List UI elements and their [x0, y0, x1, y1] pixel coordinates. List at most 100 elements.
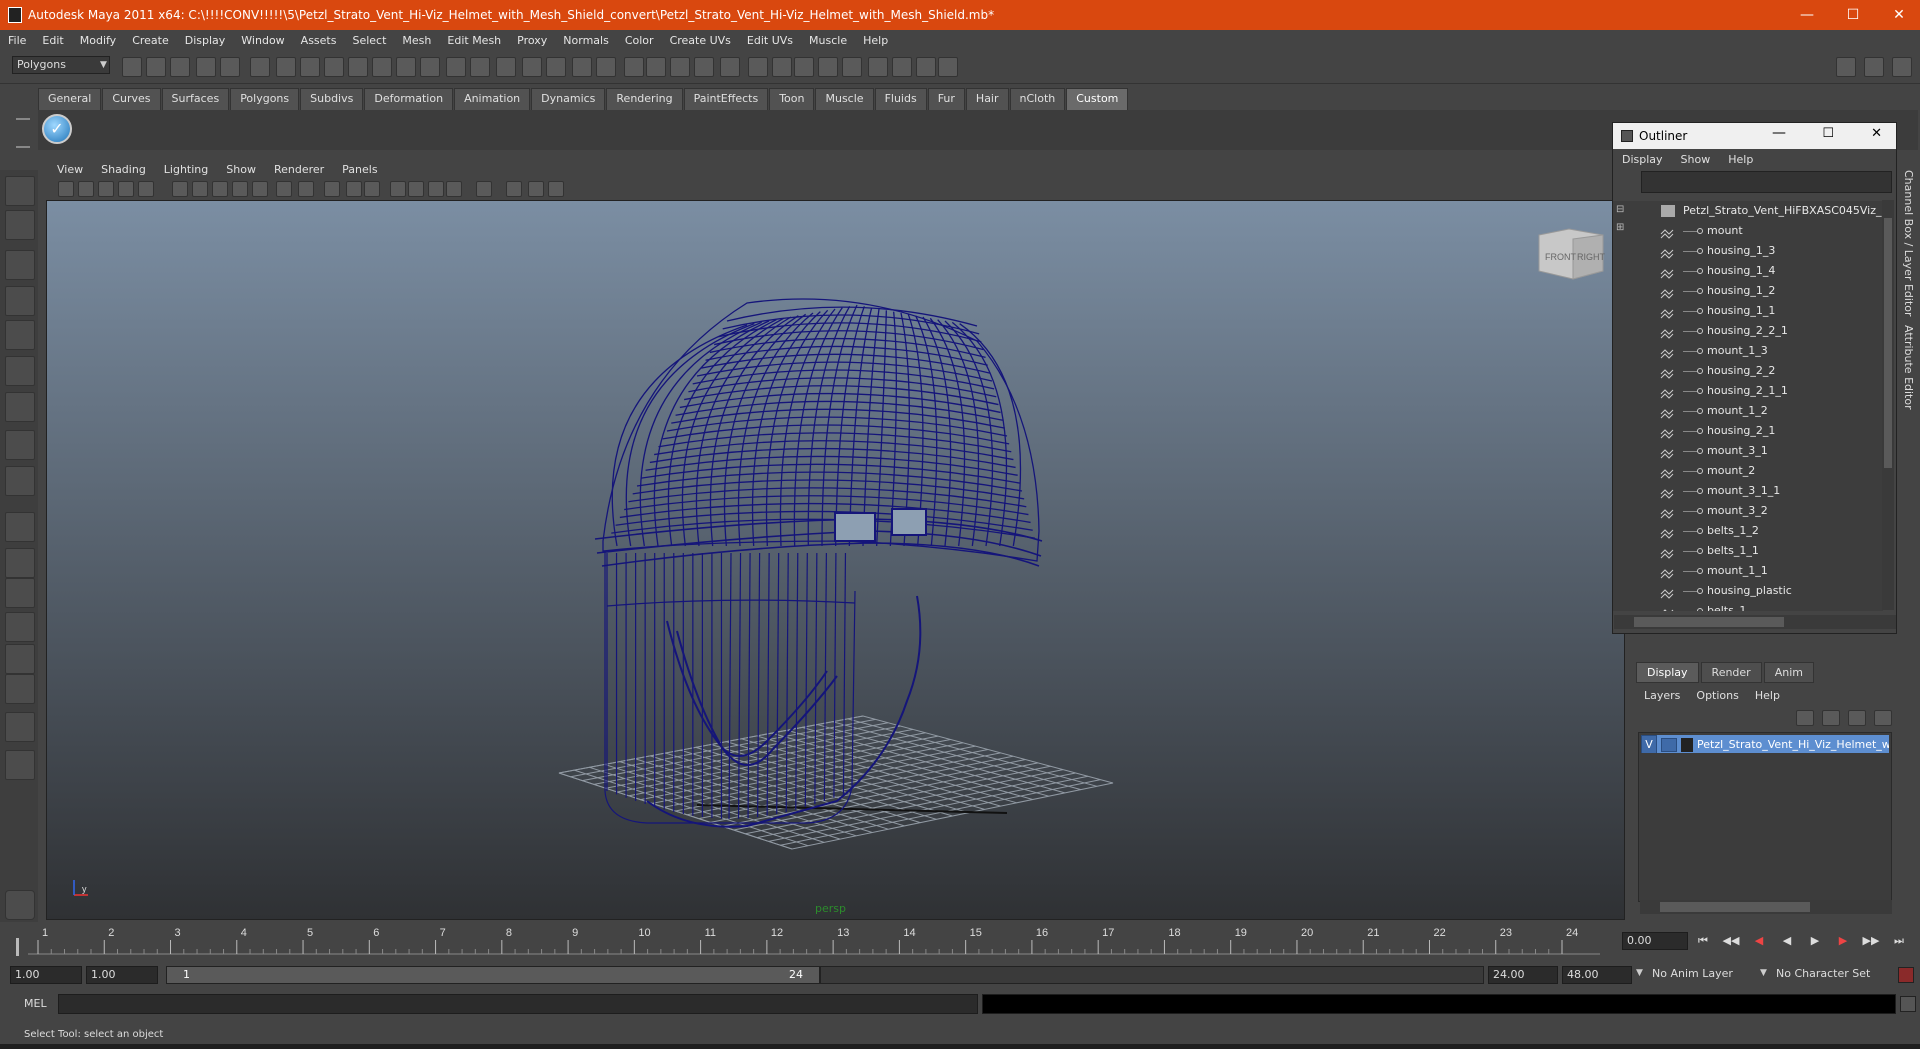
range-slider[interactable]: 1 24	[166, 966, 820, 984]
viewport-menu-renderer[interactable]: Renderer	[265, 163, 333, 176]
layer-stack-icon[interactable]	[1822, 710, 1840, 726]
outliner-item[interactable]: mount_2	[1613, 461, 1883, 481]
menu-create-uvs[interactable]: Create UVs	[662, 34, 739, 47]
shelf-tab-rendering[interactable]: Rendering	[606, 88, 683, 110]
status-tool-icon[interactable]	[546, 57, 566, 77]
menu-color[interactable]: Color	[617, 34, 662, 47]
shelf-tab-painteffects[interactable]: PaintEffects	[683, 88, 769, 110]
layer-tab-display[interactable]: Display	[1636, 662, 1699, 683]
viewport-menu-shading[interactable]: Shading	[92, 163, 155, 176]
go-to-end-icon[interactable]: ⏭	[1890, 932, 1908, 950]
menu-mesh[interactable]: Mesh	[394, 34, 439, 47]
layer-color-swatch[interactable]	[1681, 738, 1693, 752]
chevron-down-icon[interactable]: ▼	[100, 60, 107, 70]
script-editor-icon[interactable]	[1900, 996, 1916, 1012]
animation-start-field[interactable]: 1.00	[10, 966, 82, 984]
shelf-tab-general[interactable]: General	[38, 88, 102, 110]
close-icon[interactable]: ✕	[1876, 0, 1920, 30]
status-tool-icon[interactable]	[470, 57, 490, 77]
menu-edit[interactable]: Edit	[34, 34, 71, 47]
current-time-marker[interactable]	[16, 938, 19, 956]
status-tool-icon[interactable]	[122, 57, 142, 77]
outliner-item[interactable]: housing_1_3	[1613, 241, 1883, 261]
outliner-item[interactable]: mount_1_1	[1613, 561, 1883, 581]
last-tool-icon[interactable]	[5, 512, 35, 542]
viewport-tool-icon[interactable]	[212, 181, 228, 197]
animation-end-field[interactable]: 48.00	[1562, 966, 1632, 984]
attribute-editor-tab[interactable]: Attribute Editor	[1902, 325, 1915, 410]
current-frame-field[interactable]: 0.00	[1622, 932, 1688, 950]
shelf-tab-fluids[interactable]: Fluids	[874, 88, 927, 110]
layer-horizontal-scrollbar[interactable]	[1640, 900, 1892, 914]
status-tool-icon[interactable]	[938, 57, 958, 77]
status-tool-icon[interactable]	[748, 57, 768, 77]
command-language-label[interactable]: MEL	[24, 997, 47, 1010]
outliner-item[interactable]: belts_1_2	[1613, 521, 1883, 541]
viewport-tool-icon[interactable]	[276, 181, 292, 197]
status-tool-icon[interactable]	[818, 57, 838, 77]
viewport-tool-icon[interactable]	[192, 181, 208, 197]
spiral-icon[interactable]	[5, 890, 35, 920]
viewport-tool-icon[interactable]	[446, 181, 462, 197]
outliner-item[interactable]: mount_1_2	[1613, 401, 1883, 421]
status-tool-icon[interactable]	[324, 57, 344, 77]
viewport-tool-icon[interactable]	[408, 181, 424, 197]
menu-muscle[interactable]: Muscle	[801, 34, 855, 47]
menu-select[interactable]: Select	[344, 34, 394, 47]
layer-visibility-toggle[interactable]: V	[1641, 735, 1657, 753]
shelf-tab-dynamics[interactable]: Dynamics	[531, 88, 606, 110]
four-view-layout-icon[interactable]	[5, 578, 35, 608]
viewport-tool-icon[interactable]	[252, 181, 268, 197]
status-tool-icon[interactable]	[300, 57, 320, 77]
persp-graph-layout-icon[interactable]	[5, 644, 35, 674]
outliner-item[interactable]: housing_2_1_1	[1613, 381, 1883, 401]
layer-tab-anim[interactable]: Anim	[1763, 662, 1814, 683]
outliner-item[interactable]: mount_3_1_1	[1613, 481, 1883, 501]
status-tool-icon[interactable]	[396, 57, 416, 77]
viewport-tool-icon[interactable]	[428, 181, 444, 197]
menu-edit-mesh[interactable]: Edit Mesh	[439, 34, 509, 47]
outliner-menu-show[interactable]: Show	[1672, 153, 1720, 166]
viewport-tool-icon[interactable]	[476, 181, 492, 197]
menu-assets[interactable]: Assets	[293, 34, 345, 47]
panel-layout-icon[interactable]	[1836, 57, 1856, 77]
status-tool-icon[interactable]	[372, 57, 392, 77]
shelf-tab-ncloth[interactable]: nCloth	[1009, 88, 1066, 110]
select-tool-icon[interactable]	[5, 176, 35, 206]
chevron-down-icon[interactable]: ▼	[1760, 968, 1767, 978]
paint-select-icon[interactable]	[5, 250, 35, 280]
outliner-menu-help[interactable]: Help	[1719, 153, 1762, 166]
menu-normals[interactable]: Normals	[555, 34, 617, 47]
menu-window[interactable]: Window	[233, 34, 292, 47]
shelf-tab-muscle[interactable]: Muscle	[815, 88, 874, 110]
mel-command-input[interactable]	[58, 994, 978, 1014]
outliner-menu-display[interactable]: Display	[1613, 153, 1672, 166]
scale-tool-icon[interactable]	[5, 356, 35, 386]
status-tool-icon[interactable]	[348, 57, 368, 77]
mode-selector[interactable]: Polygons	[12, 56, 110, 74]
expand-icon[interactable]: ⊞	[1616, 222, 1624, 233]
shelf-tab-polygons[interactable]: Polygons	[230, 88, 300, 110]
viewport-tool-icon[interactable]	[98, 181, 114, 197]
outliner-root-row[interactable]: Petzl_Strato_Vent_HiFBXASC045Viz_Hel	[1613, 201, 1883, 221]
outliner-item[interactable]: mount_3_2	[1613, 501, 1883, 521]
soft-mod-icon[interactable]	[5, 430, 35, 460]
status-tool-icon[interactable]	[170, 57, 190, 77]
manipulator-icon[interactable]	[5, 392, 35, 422]
outliner-item[interactable]: housing_2_2_1	[1613, 321, 1883, 341]
new-layer-selected-icon[interactable]	[1848, 710, 1866, 726]
status-tool-icon[interactable]	[772, 57, 792, 77]
shelf-tab-curves[interactable]: Curves	[102, 88, 161, 110]
viewport-tool-icon[interactable]	[78, 181, 94, 197]
checkmark-shelf-icon[interactable]: ✓	[42, 114, 72, 144]
outliner-item[interactable]: housing_1_2	[1613, 281, 1883, 301]
viewport-tool-icon[interactable]	[390, 181, 406, 197]
new-layer-icon[interactable]	[1796, 710, 1814, 726]
layer-row[interactable]: V Petzl_Strato_Vent_Hi_Viz_Helmet_with	[1641, 735, 1889, 753]
viewport-tool-icon[interactable]	[232, 181, 248, 197]
outliner-item[interactable]: mount_3_1	[1613, 441, 1883, 461]
perspective-viewport[interactable]	[46, 200, 1625, 920]
layer-menu-options[interactable]: Options	[1688, 689, 1746, 702]
step-forward-frame-icon[interactable]: ▶	[1834, 932, 1852, 950]
lasso-tool-icon[interactable]	[5, 210, 35, 240]
